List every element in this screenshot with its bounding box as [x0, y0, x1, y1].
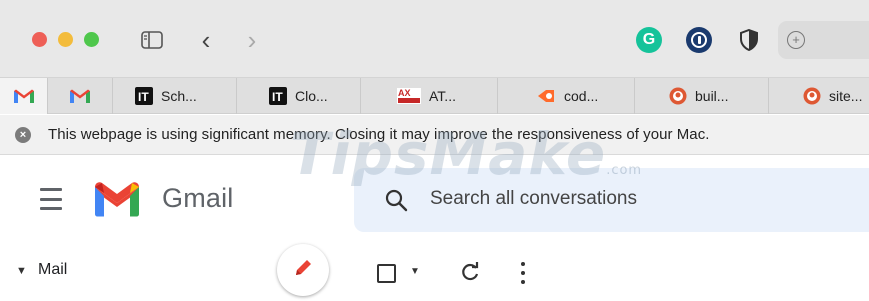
gmail-brand-text: Gmail	[162, 183, 234, 213]
pencil-icon	[292, 257, 314, 284]
code-icon	[536, 89, 556, 103]
hamburger-menu-icon[interactable]	[38, 188, 66, 210]
tab-label: Clo...	[295, 88, 328, 104]
tab-gmail-active[interactable]	[0, 78, 48, 114]
tab-it-clo[interactable]: IT Clo...	[237, 78, 361, 114]
at-icon: AX	[397, 88, 421, 104]
tab-label: Sch...	[161, 88, 197, 104]
minimize-window-button[interactable]	[58, 32, 73, 47]
grammarly-icon[interactable]: G	[636, 27, 662, 53]
tab-label: buil...	[695, 88, 729, 104]
tab-at[interactable]: AX AT...	[361, 78, 498, 114]
duckduckgo-icon	[669, 87, 687, 105]
banner-message: This webpage is using significant memory…	[48, 126, 710, 143]
chevron-left-icon[interactable]: ‹	[190, 24, 222, 56]
close-window-button[interactable]	[32, 32, 47, 47]
it-icon: IT	[269, 87, 287, 105]
tab-duckduckgo-buil[interactable]: buil...	[635, 78, 769, 114]
more-vertical-icon[interactable]	[520, 262, 526, 284]
select-all-checkbox[interactable]	[377, 264, 396, 283]
sidebar-toggle-icon[interactable]	[136, 24, 168, 56]
gmail-icon	[69, 88, 91, 104]
1password-icon[interactable]	[686, 27, 712, 53]
search-bar[interactable]	[354, 168, 869, 232]
close-circle-icon[interactable]: ×	[15, 127, 31, 143]
compose-button[interactable]	[277, 244, 329, 296]
svg-text:IT: IT	[272, 90, 283, 104]
tab-label: AT...	[429, 88, 456, 104]
duckduckgo-icon	[803, 87, 821, 105]
chevron-down-icon[interactable]: ▼	[16, 265, 27, 277]
svg-text:IT: IT	[138, 90, 149, 104]
tab-gmail[interactable]	[48, 78, 113, 114]
it-icon: IT	[135, 87, 153, 105]
plus-icon[interactable]: +	[787, 31, 805, 49]
refresh-icon[interactable]	[458, 260, 482, 289]
gmail-icon	[13, 88, 35, 104]
zoom-window-button[interactable]	[84, 32, 99, 47]
gmail-logo-icon[interactable]	[92, 180, 142, 223]
search-input[interactable]	[430, 188, 850, 210]
nav-mail-label[interactable]: Mail	[38, 261, 67, 279]
shield-icon[interactable]	[736, 27, 762, 53]
memory-warning-banner: × This webpage is using significant memo…	[0, 115, 869, 155]
svg-text:AX: AX	[398, 88, 411, 98]
tab-duckduckgo-site[interactable]: site...	[769, 78, 869, 114]
browser-window: ‹ › G + IT Sch... IT Clo... AX AT... cod…	[0, 0, 869, 301]
tab-code[interactable]: cod...	[498, 78, 635, 114]
chevron-right-icon[interactable]: ›	[236, 24, 268, 56]
search-icon[interactable]	[384, 188, 408, 217]
address-bar[interactable]: +	[778, 21, 869, 59]
chevron-down-icon[interactable]: ▼	[410, 266, 420, 277]
tab-it-sch[interactable]: IT Sch...	[113, 78, 237, 114]
tab-label: site...	[829, 88, 863, 104]
title-bar: ‹ › G +	[0, 0, 869, 78]
tab-label: cod...	[564, 88, 599, 104]
tab-strip: IT Sch... IT Clo... AX AT... cod... buil…	[0, 78, 869, 114]
